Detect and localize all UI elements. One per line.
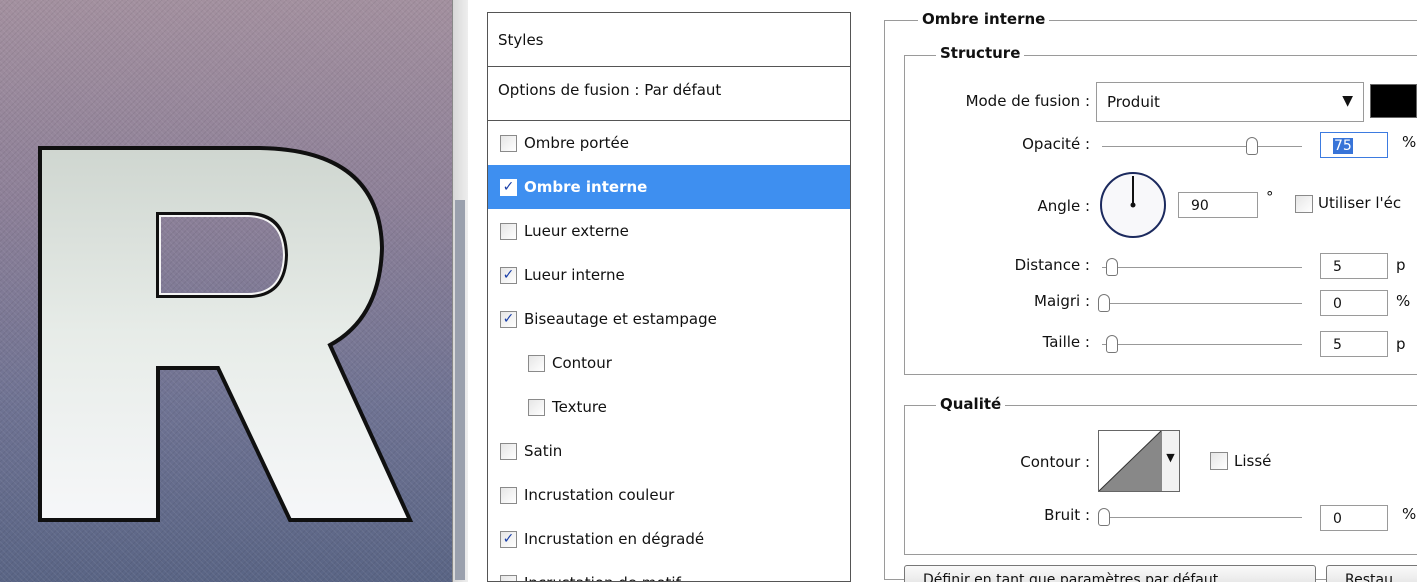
distance-slider-track[interactable] xyxy=(1102,267,1302,269)
quality-title: Qualité xyxy=(936,395,1006,413)
style-item-label: Incrustation en dégradé xyxy=(524,530,705,548)
reset-default-button[interactable]: Restau xyxy=(1326,565,1417,582)
angle-label: Angle : xyxy=(1037,197,1090,215)
canvas-scrollbar[interactable] xyxy=(452,0,468,582)
choke-slider-thumb[interactable] xyxy=(1098,294,1110,312)
style-item-label: Contour xyxy=(552,354,612,372)
distance-slider-thumb[interactable] xyxy=(1106,258,1118,276)
noise-slider-thumb[interactable] xyxy=(1098,508,1110,526)
opacity-label: Opacité : xyxy=(1022,135,1090,153)
style-item[interactable]: Lueur externe xyxy=(488,209,850,253)
opacity-input[interactable]: 75 xyxy=(1320,132,1388,158)
style-item-label: Ombre interne xyxy=(524,178,648,196)
style-checkbox[interactable] xyxy=(500,134,517,152)
style-item[interactable]: Satin xyxy=(488,429,850,473)
contour-label: Contour : xyxy=(1020,453,1090,471)
canvas-preview xyxy=(0,0,452,582)
style-checkbox[interactable] xyxy=(500,486,517,504)
noise-input[interactable]: 0 xyxy=(1320,505,1388,531)
style-checkbox[interactable] xyxy=(528,398,545,416)
style-item[interactable]: ✓ Ombre interne xyxy=(488,165,850,209)
style-checkbox[interactable] xyxy=(500,574,517,581)
style-item-label: Texture xyxy=(552,398,607,416)
style-item[interactable]: Texture xyxy=(488,385,850,429)
size-label: Taille : xyxy=(1042,333,1090,351)
style-item-label: Biseautage et estampage xyxy=(524,310,717,328)
opacity-slider-thumb[interactable] xyxy=(1246,137,1258,155)
choke-input[interactable]: 0 xyxy=(1320,290,1388,316)
style-checkbox[interactable] xyxy=(500,442,517,460)
structure-title: Structure xyxy=(936,44,1025,62)
noise-label: Bruit : xyxy=(1044,506,1090,524)
inner-shadow-settings: Ombre interne Structure Mode de fusion :… xyxy=(880,0,1417,582)
size-slider-track[interactable] xyxy=(1102,344,1302,346)
opacity-unit: % xyxy=(1402,133,1417,151)
style-item[interactable]: Contour xyxy=(488,341,850,385)
noise-unit: % xyxy=(1402,505,1417,523)
contour-curve-icon xyxy=(1099,431,1161,491)
style-item[interactable]: Ombre portée xyxy=(488,121,850,165)
set-default-button[interactable]: Définir en tant que paramètres par défau… xyxy=(904,565,1316,582)
style-item[interactable]: ✓ Biseautage et estampage xyxy=(488,297,850,341)
style-item-label: Ombre portée xyxy=(524,134,629,152)
style-item-label: Incrustation couleur xyxy=(524,486,675,504)
size-slider-thumb[interactable] xyxy=(1106,335,1118,353)
blend-mode-select[interactable]: Produit ▼ xyxy=(1096,82,1364,122)
angle-input[interactable]: 90 xyxy=(1178,192,1258,218)
distance-input[interactable]: 5 xyxy=(1320,253,1388,279)
contour-picker[interactable]: ▼ xyxy=(1098,430,1180,492)
global-light-label: Utiliser l'éc xyxy=(1318,194,1402,212)
style-item-label: Lueur interne xyxy=(524,266,625,284)
opacity-value: 75 xyxy=(1333,138,1353,154)
letter-r-graphic xyxy=(38,146,414,522)
blend-mode-label: Mode de fusion : xyxy=(965,92,1090,110)
style-checkbox[interactable]: ✓ xyxy=(500,310,517,328)
styles-header[interactable]: Styles xyxy=(488,13,850,67)
style-item[interactable]: ✓ Incrustation en dégradé xyxy=(488,517,850,561)
chevron-down-icon: ▼ xyxy=(1342,93,1353,109)
style-checkbox[interactable]: ✓ xyxy=(500,178,517,196)
opacity-slider-track[interactable] xyxy=(1102,146,1302,148)
choke-slider-track[interactable] xyxy=(1102,303,1302,305)
style-checkbox[interactable] xyxy=(500,222,517,240)
blend-mode-value: Produit xyxy=(1107,93,1160,111)
antialias-label: Lissé xyxy=(1234,452,1272,470)
style-item-label: Lueur externe xyxy=(524,222,629,240)
scrollbar-thumb[interactable] xyxy=(455,200,465,580)
style-item[interactable]: Incrustation couleur xyxy=(488,473,850,517)
style-item-label: Satin xyxy=(524,442,563,460)
distance-label: Distance : xyxy=(1014,256,1090,274)
layer-styles-list: Styles Options de fusion : Par défaut Om… xyxy=(487,12,851,582)
global-light-checkbox[interactable] xyxy=(1295,195,1313,213)
style-item[interactable]: ✓ Lueur interne xyxy=(488,253,850,297)
noise-slider-track[interactable] xyxy=(1102,517,1302,519)
choke-unit: % xyxy=(1396,292,1411,310)
choke-label: Maigri : xyxy=(1034,292,1090,310)
contour-dropdown-icon[interactable]: ▼ xyxy=(1161,431,1179,491)
style-items: Ombre portée ✓ Ombre interne Lueur externe ✓… xyxy=(488,121,850,581)
style-item[interactable]: Incrustation de motif xyxy=(488,561,850,581)
blending-options-item[interactable]: Options de fusion : Par défaut xyxy=(488,67,850,121)
size-unit: p xyxy=(1396,335,1406,353)
size-input[interactable]: 5 xyxy=(1320,331,1388,357)
angle-dial[interactable] xyxy=(1098,170,1168,240)
antialias-checkbox[interactable] xyxy=(1210,452,1228,470)
style-checkbox[interactable]: ✓ xyxy=(500,266,517,284)
style-checkbox[interactable]: ✓ xyxy=(500,530,517,548)
style-item-label: Incrustation de motif xyxy=(524,574,681,581)
angle-unit: ° xyxy=(1266,188,1274,206)
distance-unit: p xyxy=(1396,256,1406,274)
shadow-color-swatch[interactable] xyxy=(1370,84,1417,118)
section-title: Ombre interne xyxy=(918,10,1050,28)
style-checkbox[interactable] xyxy=(528,354,545,372)
